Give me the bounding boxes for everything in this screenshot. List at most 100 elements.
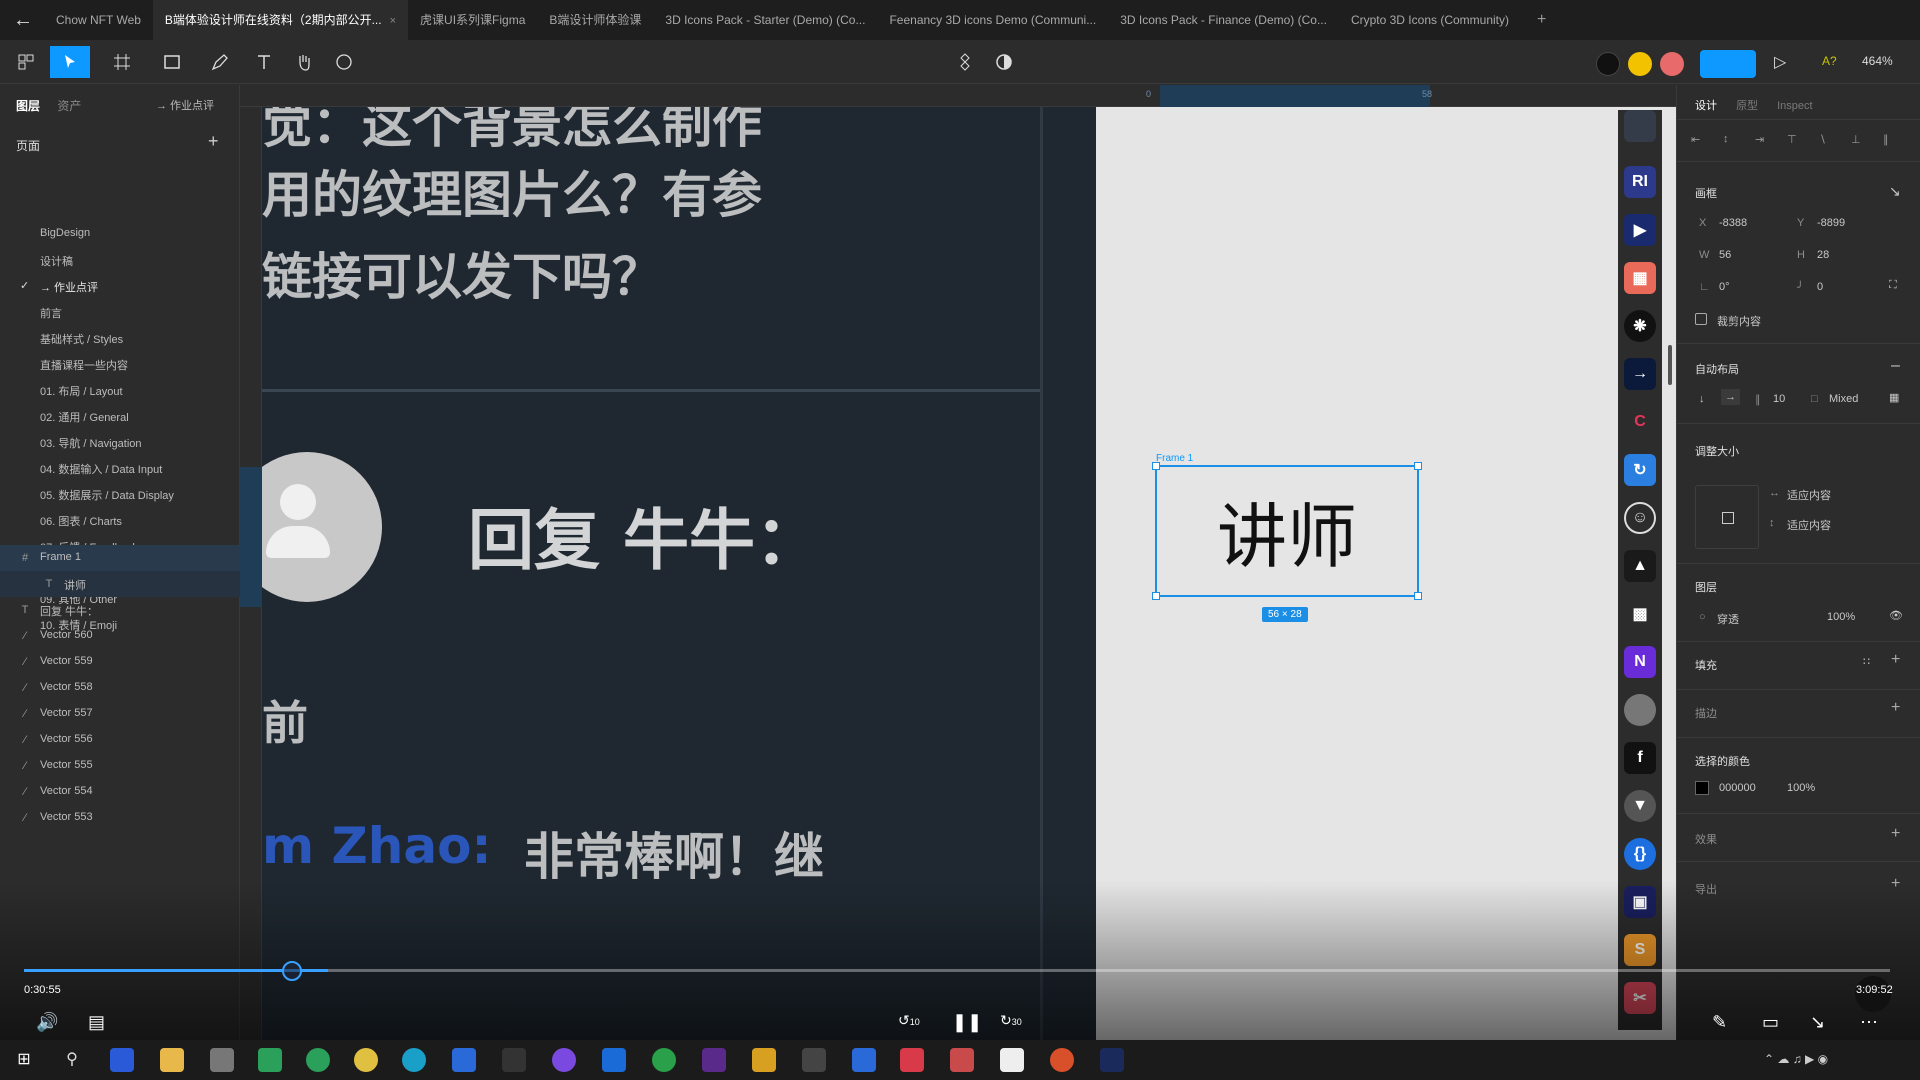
close-tab-icon[interactable]: × <box>390 15 396 27</box>
folder-app-icon[interactable] <box>160 1048 184 1072</box>
skip-back-icon[interactable]: ↺10 <box>898 1012 920 1029</box>
wechat-icon[interactable] <box>652 1048 676 1072</box>
color-swatch[interactable] <box>1695 781 1709 795</box>
layer-row[interactable]: T 回复 牛牛： <box>0 597 240 623</box>
layer-row[interactable]: ⁄ Vector 558 <box>0 675 240 701</box>
calendar-app-icon[interactable] <box>110 1048 134 1072</box>
plugin-icon[interactable]: C <box>1624 406 1656 438</box>
exit-fullscreen-icon[interactable]: ↘ <box>1810 1012 1825 1033</box>
layer-row[interactable]: ⁄ Vector 559 <box>0 649 240 675</box>
hand-tool-icon[interactable] <box>284 46 324 78</box>
frame-tool-icon[interactable] <box>102 46 142 78</box>
padding-field[interactable]: Mixed <box>1829 393 1858 405</box>
current-page-breadcrumb[interactable]: → 作业点评 <box>156 97 214 113</box>
layer-row[interactable]: ⁄ Vector 557 <box>0 701 240 727</box>
avatar[interactable] <box>1660 52 1684 76</box>
page-item[interactable]: 05. 数据展示 / Data Display <box>40 487 174 503</box>
width-field[interactable]: 56 <box>1719 249 1731 261</box>
app-icon[interactable] <box>210 1048 234 1072</box>
browser-tab[interactable]: Chow NFT Web <box>44 0 153 40</box>
ai-button[interactable]: A? <box>1822 54 1837 68</box>
app-icon[interactable] <box>702 1048 726 1072</box>
align-center-icon[interactable]: ↕ <box>1723 133 1737 147</box>
blend-mode-select[interactable]: 穿透 <box>1717 611 1739 627</box>
plugin-icon[interactable]: ❋ <box>1624 310 1656 342</box>
add-effect-icon[interactable]: + <box>1891 825 1900 843</box>
browser-tab[interactable]: B端体验设计师在线资料（2期内部公开... × <box>152 0 409 40</box>
zoom-level[interactable]: 464% <box>1862 54 1893 68</box>
browser-tab[interactable]: 3D Icons Pack - Starter (Demo) (Co... <box>653 0 877 40</box>
app-icon[interactable] <box>306 1048 330 1072</box>
contrast-icon[interactable] <box>984 46 1024 78</box>
browser-tab[interactable]: 虎课UI系列课Figma <box>408 0 537 40</box>
plugin-icon[interactable]: RI <box>1624 166 1656 198</box>
figma-icon[interactable] <box>900 1048 924 1072</box>
remove-auto-layout-icon[interactable]: – <box>1891 357 1900 375</box>
alignment-icon[interactable]: ▦ <box>1889 391 1899 404</box>
app-icon[interactable] <box>452 1048 476 1072</box>
radius-field[interactable]: 0 <box>1817 281 1823 293</box>
avatar-plugin-icon[interactable] <box>1624 694 1656 726</box>
page-item[interactable]: 06. 图表 / Charts <box>40 513 122 529</box>
page-item[interactable]: → 作业点评 <box>40 279 98 295</box>
layer-row[interactable]: ⁄ Vector 555 <box>0 753 240 779</box>
app-icon[interactable] <box>502 1048 526 1072</box>
skip-forward-icon[interactable]: ↻30 <box>1000 1012 1022 1029</box>
constraints-widget[interactable] <box>1695 485 1759 549</box>
page-item[interactable]: 02. 通用 / General <box>40 409 129 425</box>
align-left-icon[interactable]: ⇤ <box>1691 133 1705 147</box>
windows-start-icon[interactable]: ⊞ <box>12 1048 36 1072</box>
color-opacity[interactable]: 100% <box>1787 782 1815 794</box>
tab-layers[interactable]: 图层 <box>16 97 40 114</box>
app-icon[interactable] <box>852 1048 876 1072</box>
clip-content-checkbox[interactable] <box>1695 313 1707 325</box>
align-right-icon[interactable]: ⇥ <box>1755 133 1769 147</box>
page-item[interactable]: 直播课程一些内容 <box>40 357 128 373</box>
app-icon[interactable] <box>402 1048 426 1072</box>
browser-tab[interactable]: Feenancy 3D icons Demo (Communi... <box>877 0 1108 40</box>
plugin-icon[interactable]: ▩ <box>1624 598 1656 630</box>
resize-handle[interactable] <box>1414 592 1422 600</box>
x-field[interactable]: -8388 <box>1719 217 1747 229</box>
direction-right-icon[interactable]: → <box>1721 389 1740 405</box>
collapse-icon[interactable]: ↘ <box>1889 183 1901 200</box>
tab-inspect[interactable]: Inspect <box>1777 100 1812 112</box>
plugin-icon[interactable]: ▶ <box>1624 214 1656 246</box>
chrome-icon[interactable] <box>354 1048 378 1072</box>
tab-prototype[interactable]: 原型 <box>1736 97 1758 113</box>
browser-tab[interactable]: 3D Icons Pack - Finance (Demo) (Co... <box>1108 0 1339 40</box>
rotation-field[interactable]: 0° <box>1719 281 1730 293</box>
app-icon[interactable] <box>1050 1048 1074 1072</box>
plugin-icon[interactable]: f <box>1624 742 1656 774</box>
progress-knob[interactable] <box>282 961 302 981</box>
app-icon[interactable] <box>802 1048 826 1072</box>
plugin-icon[interactable]: → <box>1624 358 1656 390</box>
plugin-icon[interactable]: N <box>1624 646 1656 678</box>
system-tray[interactable]: ⌃ ☁ ♫ ▶ ◉ <box>1764 1052 1828 1066</box>
avatar[interactable] <box>1596 52 1620 76</box>
page-item[interactable]: 设计稿 <box>40 253 73 269</box>
annotate-pen-icon[interactable]: ✎ <box>1712 1012 1727 1033</box>
height-field[interactable]: 28 <box>1817 249 1829 261</box>
pause-icon[interactable]: ❚❚ <box>952 1012 982 1033</box>
add-stroke-icon[interactable]: + <box>1891 699 1900 717</box>
video-progress-bar[interactable] <box>24 969 1890 972</box>
search-icon[interactable]: ⚲ <box>60 1048 84 1072</box>
smiley-plugin-icon[interactable]: ☺ <box>1624 502 1656 534</box>
layer-row[interactable]: # Frame 1 <box>0 545 240 571</box>
selected-frame[interactable]: 讲师 <box>1152 462 1422 600</box>
add-fill-icon[interactable]: + <box>1891 651 1900 669</box>
back-arrow-icon[interactable]: ← <box>10 8 36 32</box>
frame-text[interactable]: 讲师 <box>1157 467 1417 595</box>
app-icon[interactable] <box>950 1048 974 1072</box>
width-resizing-select[interactable]: 适应内容 <box>1787 487 1831 503</box>
plugin-icon[interactable] <box>1624 110 1656 142</box>
plugin-icon[interactable]: ▼ <box>1624 790 1656 822</box>
plugin-icon[interactable]: {} <box>1624 838 1656 870</box>
layer-row[interactable]: ⁄ Vector 553 <box>0 805 240 831</box>
share-button[interactable] <box>1700 50 1756 78</box>
browser-tab[interactable]: B端设计师体验课 <box>537 0 653 40</box>
plugin-icon[interactable]: ↻ <box>1624 454 1656 486</box>
visibility-eye-icon[interactable]: 👁 <box>1889 609 1903 622</box>
app-icon[interactable] <box>552 1048 576 1072</box>
